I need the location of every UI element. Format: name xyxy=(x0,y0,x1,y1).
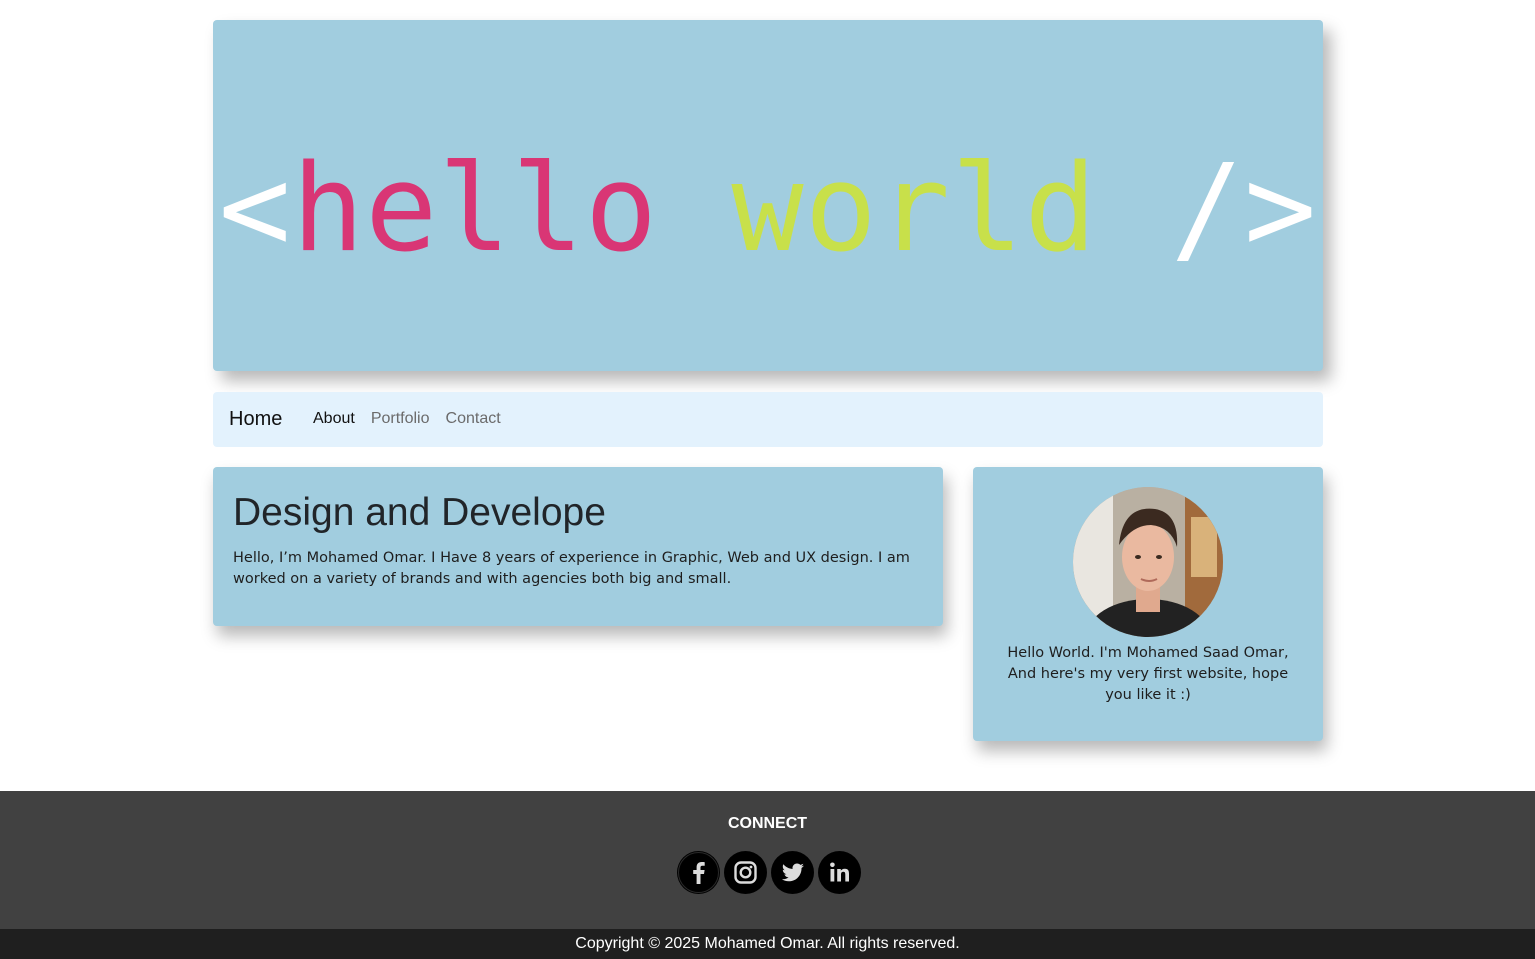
navbar: Home About Portfolio Contact xyxy=(213,392,1323,447)
hero-banner: <hello world /> xyxy=(213,20,1323,371)
copyright-bar: Copyright © 2025 Mohamed Omar. All right… xyxy=(0,929,1535,959)
hero-title: <hello world /> xyxy=(213,140,1323,280)
nav-links: About Portfolio Contact xyxy=(305,409,509,429)
linkedin-icon[interactable] xyxy=(818,851,861,894)
profile-photo-illustration xyxy=(1073,487,1223,637)
nav-link-about[interactable]: About xyxy=(305,409,363,429)
intro-text: Hello, I’m Mohamed Omar. I Have 8 years … xyxy=(233,550,910,587)
hero-close-tag: /> xyxy=(1170,140,1318,279)
intro-card: Design and Develope Hello, I’m Mohamed O… xyxy=(213,467,943,626)
twitter-icon[interactable] xyxy=(771,851,814,894)
nav-brand-home[interactable]: Home xyxy=(229,406,282,432)
social-links xyxy=(677,851,861,894)
facebook-icon[interactable] xyxy=(677,851,720,894)
instagram-icon[interactable] xyxy=(724,851,767,894)
hero-open-tag: < xyxy=(218,140,292,279)
profile-avatar xyxy=(1073,487,1223,637)
nav-link-portfolio[interactable]: Portfolio xyxy=(363,409,438,429)
footer-heading: CONNECT xyxy=(727,815,808,832)
hero-hello: hello xyxy=(291,140,659,279)
profile-text: Hello World. I'm Mohamed Saad Omar, And … xyxy=(1007,645,1289,703)
profile-card: Hello World. I'm Mohamed Saad Omar, And … xyxy=(973,467,1323,741)
nav-link-contact[interactable]: Contact xyxy=(438,409,509,429)
intro-title: Design and Develope xyxy=(233,491,606,534)
hero-world: world xyxy=(731,140,1098,279)
footer: CONNECT xyxy=(0,791,1535,929)
